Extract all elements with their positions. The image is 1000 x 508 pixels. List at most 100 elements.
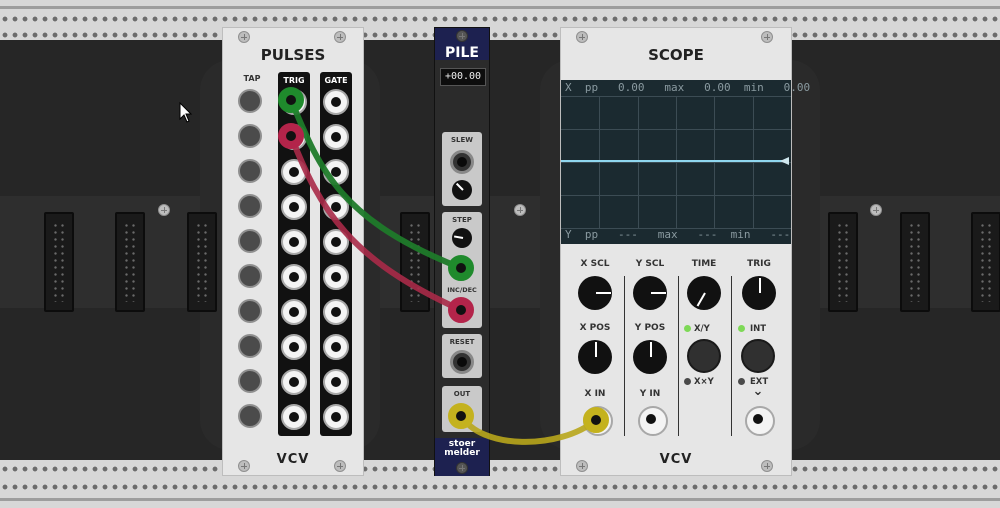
y-scale-knob[interactable] bbox=[633, 276, 667, 310]
chevron-down-icon: ⌄ bbox=[752, 384, 764, 399]
screw-icon bbox=[334, 31, 346, 43]
trig-output-jack[interactable] bbox=[281, 229, 307, 255]
slew-cv-input[interactable] bbox=[450, 150, 474, 174]
x-position-knob[interactable] bbox=[578, 340, 612, 374]
x-pos-label: X POS bbox=[579, 323, 611, 333]
tap-button[interactable] bbox=[238, 229, 262, 253]
screw-icon bbox=[761, 31, 773, 43]
tap-label: TAP bbox=[243, 74, 261, 83]
trig-label: TRIG bbox=[747, 259, 771, 269]
stoermelder-logo: stoer melder bbox=[435, 440, 489, 458]
trigger-level-knob[interactable] bbox=[742, 276, 776, 310]
trig-output-jack[interactable] bbox=[281, 369, 307, 395]
gate-output-jack[interactable] bbox=[323, 404, 349, 430]
tap-button[interactable] bbox=[238, 159, 262, 183]
ext-trigger-input-jack[interactable] bbox=[745, 406, 775, 436]
x-in-label: X IN bbox=[584, 389, 606, 399]
bottom-rail bbox=[0, 460, 1000, 508]
slew-section: SLEW bbox=[442, 132, 482, 206]
gate-column: GATE bbox=[320, 72, 352, 436]
tap-button[interactable] bbox=[238, 369, 262, 393]
red-cable-plug[interactable] bbox=[448, 297, 474, 323]
reset-input[interactable] bbox=[450, 350, 474, 374]
slew-label: SLEW bbox=[450, 136, 473, 144]
tap-button[interactable] bbox=[238, 404, 262, 428]
time-label: TIME bbox=[691, 259, 717, 269]
red-cable-plug[interactable] bbox=[278, 123, 304, 149]
trig-output-jack[interactable] bbox=[281, 404, 307, 430]
green-cable-plug[interactable] bbox=[448, 255, 474, 281]
grid-line bbox=[561, 96, 791, 97]
ribbon-connector-icon bbox=[828, 212, 858, 312]
y-input-jack[interactable] bbox=[638, 406, 668, 436]
rack-screw-icon bbox=[158, 204, 170, 216]
gate-output-jack[interactable] bbox=[323, 369, 349, 395]
gate-output-jack[interactable] bbox=[323, 299, 349, 325]
trig-output-jack[interactable] bbox=[281, 159, 307, 185]
gate-output-jack[interactable] bbox=[323, 89, 349, 115]
top-rail bbox=[0, 0, 1000, 40]
trigger-source-button[interactable] bbox=[741, 339, 775, 373]
screw-icon bbox=[456, 462, 468, 474]
reset-section: RESET bbox=[442, 334, 482, 378]
int-label: INT bbox=[750, 324, 767, 334]
grid-line bbox=[561, 129, 791, 130]
gate-output-jack[interactable] bbox=[323, 159, 349, 185]
out-label: OUT bbox=[453, 390, 471, 398]
int-trigger-led bbox=[738, 325, 745, 332]
x-scale-knob[interactable] bbox=[578, 276, 612, 310]
step-label: STEP bbox=[452, 216, 472, 224]
slew-knob[interactable] bbox=[452, 180, 472, 200]
gate-output-jack[interactable] bbox=[323, 264, 349, 290]
rack-row-upper bbox=[0, 40, 1000, 196]
gate-output-jack[interactable] bbox=[323, 334, 349, 360]
scope-display: X pp 0.00 max 0.00 min 0.00 Y pp --- max… bbox=[561, 80, 810, 244]
column-separator bbox=[624, 276, 625, 436]
incdec-label: INC/DEC bbox=[447, 286, 477, 294]
tap-button[interactable] bbox=[238, 334, 262, 358]
xy-sum-label: X×Y bbox=[694, 377, 714, 387]
gate-output-jack[interactable] bbox=[323, 229, 349, 255]
trig-output-jack[interactable] bbox=[281, 194, 307, 220]
gate-output-jack[interactable] bbox=[323, 194, 349, 220]
ribbon-connector-icon bbox=[187, 212, 217, 312]
tap-button[interactable] bbox=[238, 124, 262, 148]
y-pos-label: Y POS bbox=[634, 323, 666, 333]
brand-line-2: melder bbox=[444, 448, 480, 458]
y-position-knob[interactable] bbox=[633, 340, 667, 374]
yellow-cable-plug[interactable] bbox=[448, 403, 474, 429]
time-knob[interactable] bbox=[687, 276, 721, 310]
step-knob[interactable] bbox=[452, 228, 472, 248]
rack-screw-icon bbox=[514, 204, 526, 216]
yellow-cable-plug[interactable] bbox=[583, 407, 609, 433]
bottom-readout: Y pp --- max --- min --- bbox=[565, 228, 791, 241]
ribbon-connector-icon bbox=[44, 212, 74, 312]
y-scl-label: Y SCL bbox=[635, 259, 665, 269]
rack-row-lower bbox=[0, 308, 1000, 460]
ribbon-connector-icon bbox=[115, 212, 145, 312]
ribbon-connector-icon bbox=[900, 212, 930, 312]
vcv-logo: VCV bbox=[276, 452, 310, 467]
reset-label: RESET bbox=[449, 338, 475, 346]
screw-icon bbox=[456, 30, 468, 42]
ribbon-connector-icon bbox=[400, 212, 430, 312]
xy-mode-button[interactable] bbox=[687, 339, 721, 373]
tap-button[interactable] bbox=[238, 264, 262, 288]
trig-output-jack[interactable] bbox=[281, 264, 307, 290]
tap-button[interactable] bbox=[238, 194, 262, 218]
tap-button[interactable] bbox=[238, 89, 262, 113]
gate-output-jack[interactable] bbox=[323, 124, 349, 150]
column-separator bbox=[678, 276, 679, 436]
trace-line bbox=[561, 160, 783, 162]
tap-button[interactable] bbox=[238, 299, 262, 323]
mouse-cursor-icon bbox=[179, 102, 193, 123]
trig-output-jack[interactable] bbox=[281, 299, 307, 325]
gate-label: GATE bbox=[324, 76, 348, 85]
grid-line bbox=[561, 195, 791, 196]
y-in-label: Y IN bbox=[639, 389, 661, 399]
green-cable-plug[interactable] bbox=[278, 87, 304, 113]
module-title: SCOPE bbox=[648, 46, 704, 64]
trig-output-jack[interactable] bbox=[281, 334, 307, 360]
value-display: +00.00 bbox=[440, 68, 486, 86]
x-scl-label: X SCL bbox=[580, 259, 610, 269]
